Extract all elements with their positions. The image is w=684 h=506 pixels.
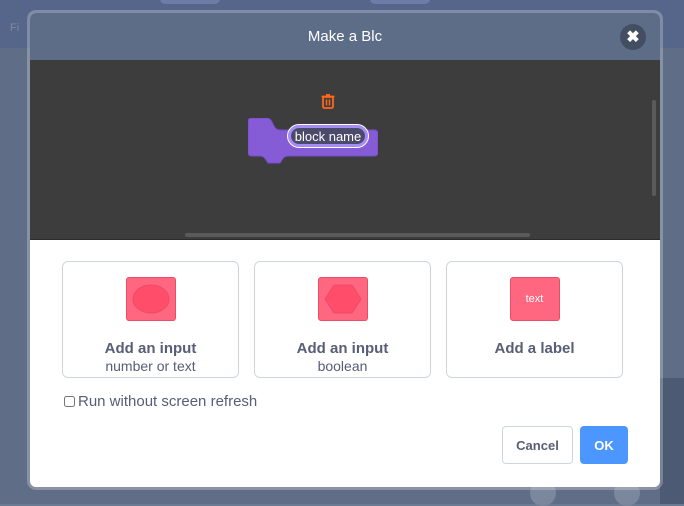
background-tab bbox=[160, 0, 220, 4]
vertical-scrollbar[interactable] bbox=[652, 100, 656, 196]
option-title: Add an input bbox=[296, 340, 389, 357]
boolean-input-icon bbox=[317, 277, 368, 321]
option-title: Add an input bbox=[104, 340, 197, 357]
oval-input-icon bbox=[125, 277, 176, 321]
add-input-boolean-button[interactable]: Add an input boolean bbox=[254, 261, 431, 378]
run-without-refresh-label: Run without screen refresh bbox=[78, 393, 258, 410]
make-a-block-dialog: Make a Blc ✖ block name Add an input num… bbox=[30, 13, 660, 487]
label-icon: text bbox=[509, 277, 560, 321]
dialog-header: Make a Blc ✖ bbox=[30, 13, 660, 60]
dialog-title: Make a Blc bbox=[307, 28, 383, 45]
label-icon-text: text bbox=[525, 293, 544, 305]
background-stage-panel bbox=[660, 378, 684, 504]
add-label-button[interactable]: text Add a label bbox=[446, 261, 623, 378]
ok-button[interactable]: OK bbox=[580, 426, 628, 464]
trash-icon[interactable] bbox=[320, 93, 336, 109]
run-without-refresh-checkbox[interactable] bbox=[64, 396, 75, 407]
cancel-button[interactable]: Cancel bbox=[502, 426, 573, 464]
run-without-refresh-row[interactable]: Run without screen refresh bbox=[64, 393, 257, 410]
add-input-number-text-button[interactable]: Add an input number or text bbox=[62, 261, 239, 378]
close-button[interactable]: ✖ bbox=[620, 24, 646, 50]
background-menu-label: Fi bbox=[10, 22, 20, 34]
horizontal-scrollbar[interactable] bbox=[185, 233, 530, 237]
background-tab bbox=[370, 0, 430, 4]
close-icon: ✖ bbox=[626, 29, 640, 46]
block-name-input[interactable]: block name bbox=[287, 124, 369, 148]
option-subtitle: boolean bbox=[317, 358, 368, 374]
option-title: Add a label bbox=[494, 340, 575, 357]
block-options: Add an input number or text Add an input… bbox=[62, 261, 623, 378]
block-workspace[interactable]: block name bbox=[30, 60, 660, 240]
option-subtitle: number or text bbox=[105, 358, 196, 374]
